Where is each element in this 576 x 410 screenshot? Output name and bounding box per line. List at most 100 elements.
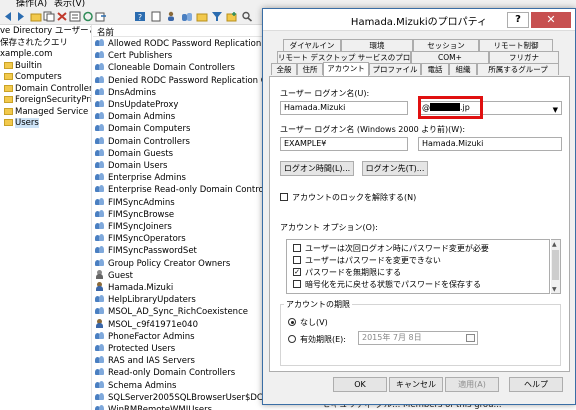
tree-item[interactable]: Domain Controllers (4, 84, 91, 95)
list-item[interactable]: Schema Admins (93, 380, 176, 392)
scroll-down-icon[interactable]: ▼ (552, 286, 557, 293)
list-item-name: DnsUpdateProxy (108, 100, 179, 110)
list-item-name: RAS and IAS Servers (108, 356, 195, 367)
tree-item[interactable]: ForeignSecurityPrincip (4, 95, 91, 106)
apply-button[interactable]: 適用(A) (445, 377, 499, 392)
list-item[interactable]: FIMSyncAdmins (93, 197, 175, 209)
logon-hours-button[interactable]: ログオン時間(L)... (280, 161, 354, 176)
properties-sheet-icon[interactable] (150, 11, 162, 22)
list-item[interactable]: DnsUpdateProxy (93, 99, 178, 111)
back-icon[interactable] (2, 11, 14, 22)
new-ou-icon[interactable] (196, 11, 208, 22)
chevron-down-icon[interactable]: ▼ (553, 104, 558, 114)
unlock-account-checkbox[interactable] (280, 193, 288, 201)
tab-profile[interactable]: プロファイル (369, 63, 421, 75)
option-checkbox-checked[interactable]: ✓ (293, 268, 301, 276)
tree-item[interactable]: ve Directory ユーザーとコン (0, 26, 91, 37)
group-icon (95, 197, 105, 206)
list-item[interactable]: Enterprise Read-only Domain Controllers (93, 184, 282, 196)
export-icon[interactable] (95, 11, 107, 22)
list-item[interactable]: Domain Computers (93, 123, 190, 135)
list-item[interactable]: FIMSyncBrowse (93, 209, 174, 221)
tab-dial-in[interactable]: ダイヤルイン (283, 39, 341, 51)
tree-item[interactable]: Computers (4, 72, 62, 83)
ok-button[interactable]: OK (333, 377, 387, 392)
find-icon[interactable] (241, 11, 253, 22)
tab-organization[interactable]: 組織 (449, 63, 477, 75)
expires-end-radio[interactable] (288, 335, 296, 343)
delete-icon[interactable] (56, 11, 68, 22)
cancel-button[interactable]: キャンセル (389, 377, 443, 392)
list-item[interactable]: FIMSyncPasswordSet (93, 245, 197, 257)
list-item[interactable]: Read-only Domain Controllers (93, 367, 235, 379)
expires-never-radio[interactable] (288, 318, 296, 326)
copy-icon[interactable] (43, 11, 55, 22)
list-item[interactable]: SQLServer2005SQLBrowserUser$DC (93, 392, 263, 404)
tab-furigana[interactable]: フリガナ (489, 51, 559, 63)
scroll-up-icon[interactable]: ▲ (552, 241, 557, 248)
new-user-icon[interactable] (166, 11, 178, 22)
menu-view[interactable]: 表示(V) (54, 0, 85, 8)
tab-environment[interactable]: 環境 (341, 39, 413, 51)
list-item[interactable]: HelpLibraryUpdaters (93, 294, 196, 306)
forward-icon[interactable] (15, 11, 27, 22)
list-item[interactable]: Domain Guests (93, 148, 173, 160)
close-button[interactable]: ✕ (531, 12, 571, 28)
tab-general[interactable]: 全般 (271, 63, 297, 75)
list-item[interactable]: Denied RODC Password Replication Group (93, 75, 287, 87)
list-item[interactable]: MSOL_c9f41971e040 (93, 318, 198, 331)
tree-item[interactable]: xample.com (0, 49, 52, 60)
list-item[interactable]: Allowed RODC Password Replication Group (93, 38, 290, 50)
list-item[interactable]: Group Policy Creator Owners (93, 258, 230, 270)
help-button[interactable]: ヘルプ (509, 377, 563, 392)
logon-name-field[interactable]: Hamada.Mizuki (280, 101, 408, 115)
tree-item[interactable]: Users (4, 118, 39, 129)
list-item[interactable]: Hamada.Mizuki (93, 282, 173, 294)
filter-icon[interactable] (211, 11, 223, 22)
tree-item[interactable]: Builtin (4, 61, 42, 72)
menu-action[interactable]: 操作(A) (16, 0, 47, 8)
help-title-button[interactable]: ? (507, 12, 529, 28)
list-item[interactable]: Cert Publishers (93, 50, 172, 62)
list-item[interactable]: Domain Admins (93, 111, 175, 123)
tree-item[interactable]: 保存されたクエリ (0, 38, 68, 49)
tab-com-plus[interactable]: COM+ (411, 51, 489, 63)
list-item[interactable]: Domain Controllers (93, 136, 190, 148)
logon-to-button[interactable]: ログオン先(T)... (362, 161, 428, 176)
scroll-thumb[interactable] (552, 250, 559, 280)
list-item[interactable]: PhoneFactor Admins (93, 331, 195, 343)
list-item-name: Domain Admins (108, 112, 176, 123)
column-name-header[interactable]: 名前 (97, 26, 114, 38)
option-checkbox[interactable] (293, 256, 301, 264)
tab-account[interactable]: アカウント (323, 62, 369, 76)
list-item[interactable]: Cloneable Domain Controllers (93, 62, 235, 74)
list-item[interactable]: FIMSyncJoiners (93, 221, 172, 233)
list-item[interactable]: WinRMRemoteWMIUsers__ (93, 404, 221, 410)
option-checkbox[interactable] (293, 244, 301, 252)
tab-sessions[interactable]: セッション (413, 39, 479, 51)
pre2000-name-field[interactable]: Hamada.Mizuki (418, 137, 562, 151)
calendar-icon[interactable] (466, 334, 475, 342)
list-item[interactable]: Guest (93, 269, 133, 282)
tab-remote-control[interactable]: リモート制御 (479, 39, 553, 51)
list-item[interactable]: Enterprise Admins (93, 172, 186, 184)
new-group-icon[interactable] (181, 11, 193, 22)
tab-telephones[interactable]: 電話 (421, 63, 449, 75)
refresh-icon[interactable] (82, 11, 94, 22)
list-item[interactable]: MSOL_AD_Sync_RichCoexistence (93, 306, 248, 318)
list-item[interactable]: Protected Users (93, 343, 175, 355)
tab-member-of[interactable]: 所属するグループ (477, 63, 559, 75)
option-checkbox[interactable] (293, 280, 301, 288)
list-item[interactable]: DnsAdmins (93, 87, 156, 99)
add-to-group-icon[interactable] (226, 11, 238, 22)
options-scrollbar[interactable]: ▲ ▼ (551, 239, 561, 294)
properties-icon[interactable] (69, 11, 81, 22)
folder-up-icon[interactable] (30, 11, 42, 22)
list-item[interactable]: FIMSyncOperators (93, 233, 186, 245)
list-item[interactable]: Domain Users (93, 160, 168, 172)
expires-date-field[interactable]: 2015年 7月 8日 (358, 331, 478, 345)
help-icon[interactable]: ? (134, 11, 146, 22)
tree-item[interactable]: Managed Service Acco (4, 107, 91, 118)
tab-address[interactable]: 住所 (297, 63, 323, 75)
list-item[interactable]: RAS and IAS Servers (93, 355, 195, 367)
